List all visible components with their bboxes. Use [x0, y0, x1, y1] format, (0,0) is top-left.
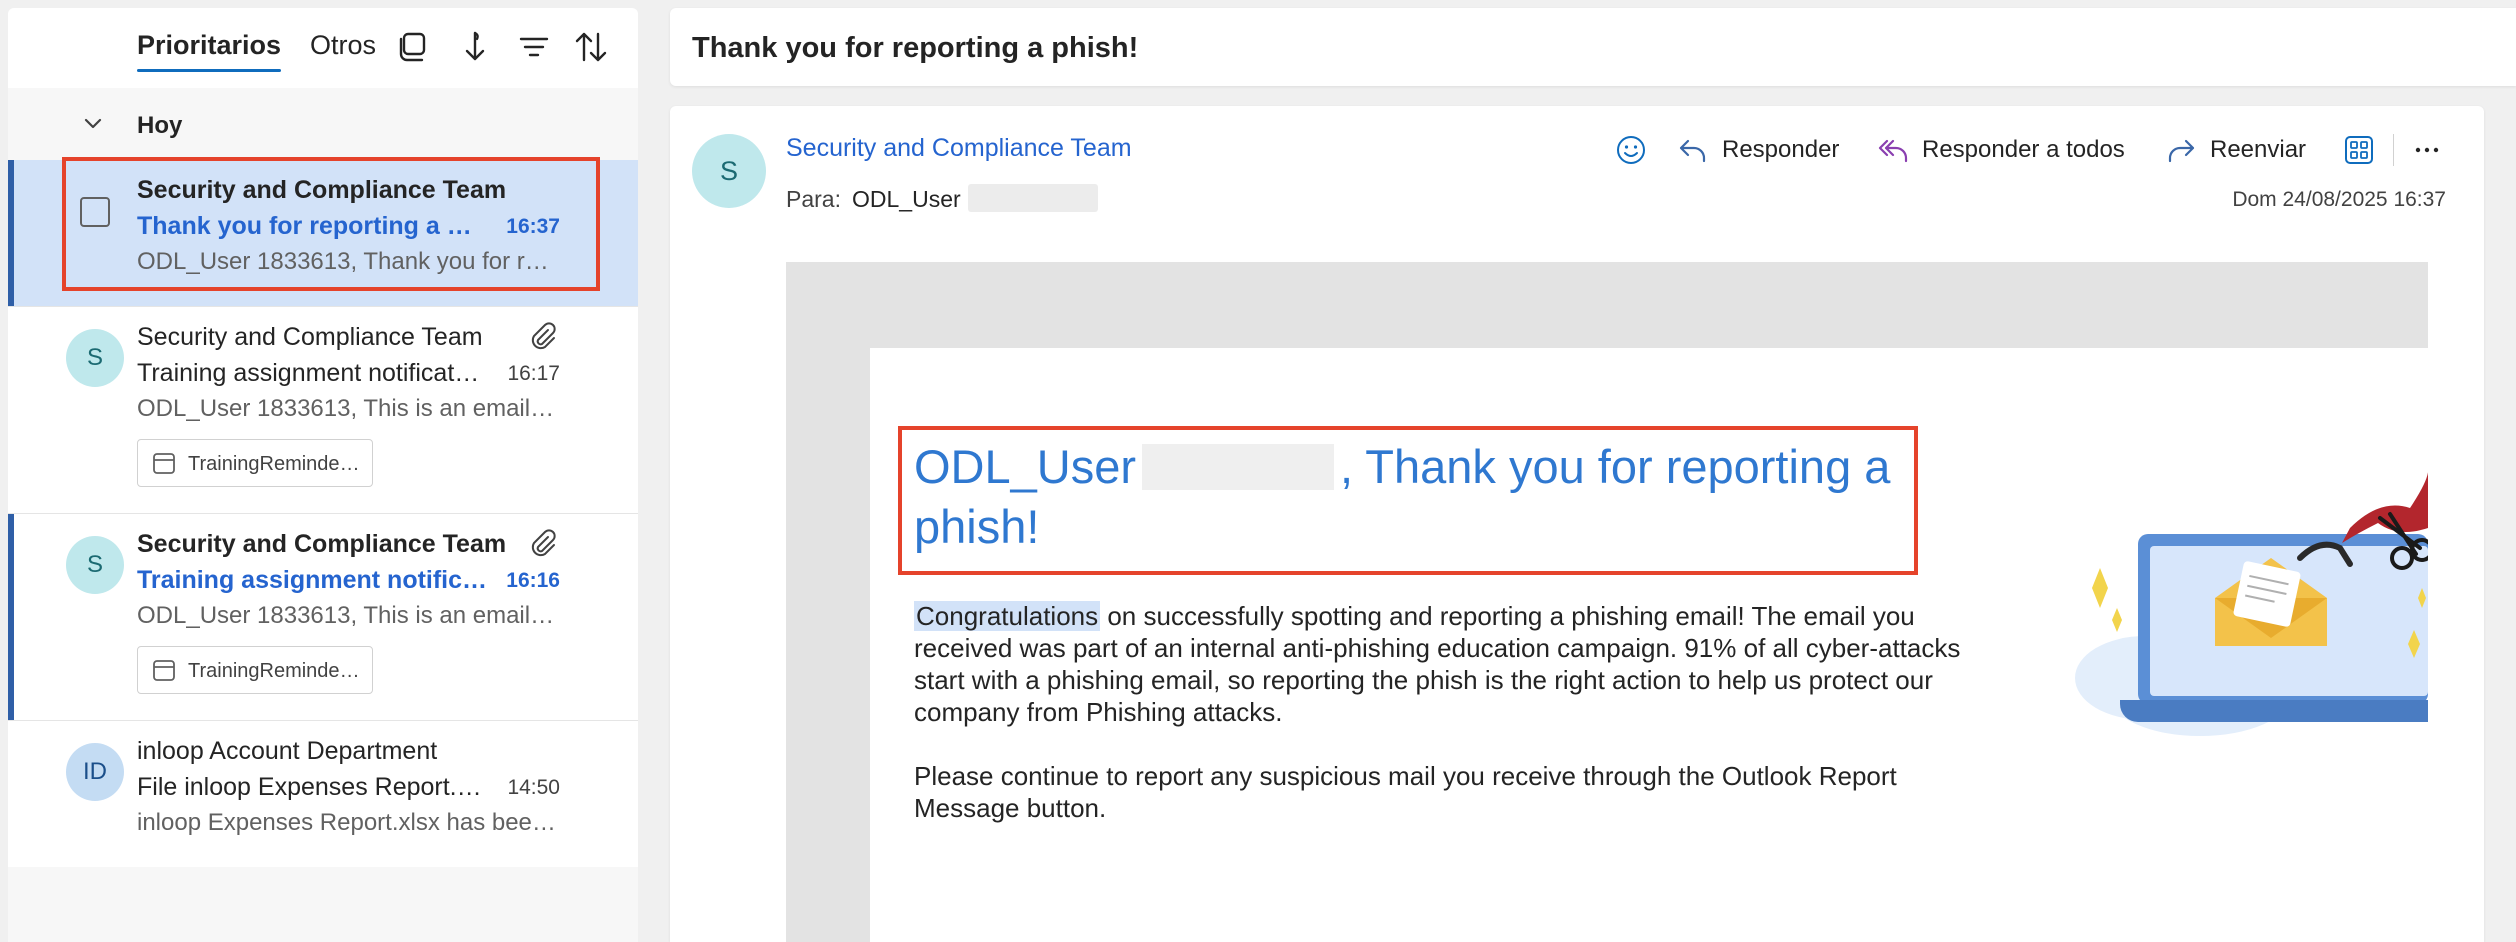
to-recipient[interactable]: ODL_User: [852, 186, 961, 213]
avatar: ID: [66, 743, 124, 801]
forward-label: Reenviar: [2210, 136, 2307, 163]
tab-other[interactable]: Otros: [310, 30, 376, 61]
sender-name[interactable]: Security and Compliance Team: [786, 134, 1132, 163]
select-checkbox[interactable]: [80, 197, 110, 227]
message-time: 16:37: [506, 215, 560, 238]
heading-recipient: ODL_User: [914, 440, 1137, 493]
react-button[interactable]: [1614, 128, 1648, 172]
group-label: Hoy: [137, 112, 183, 139]
reply-icon: [1679, 139, 1706, 163]
reading-subject: Thank you for reporting a phish!: [692, 32, 1139, 64]
message-sender: Security and Compliance Team: [137, 176, 507, 204]
message-subject: Training assignment notification: [137, 566, 489, 594]
avatar: S: [66, 536, 124, 594]
highlighted-word: Congratulations: [914, 601, 1101, 631]
forward-icon: [2168, 139, 2195, 163]
attachment-name: TrainingReminder.ics: [188, 453, 363, 475]
inbox-tabs-bar: Prioritarios Otros: [8, 8, 638, 86]
chevron-down-icon[interactable]: [82, 112, 104, 134]
unread-indicator-bar: [8, 160, 14, 306]
calendar-icon: [153, 453, 175, 474]
message-preview: ODL_User 1833613, This is an email notif…: [137, 602, 557, 629]
jump-to-icon[interactable]: [456, 28, 494, 66]
phish-report-illustration: [2075, 468, 2428, 736]
email-paragraph-2: Please continue to report any suspicious…: [914, 761, 1897, 823]
reply-all-icon: [1878, 139, 1908, 163]
message-subject: Training assignment notification: [137, 359, 483, 387]
emoji-icon: [1617, 136, 1645, 164]
message-time: 14:50: [507, 776, 560, 799]
more-horizontal-icon: [2415, 147, 2439, 153]
received-date: Dom 24/08/2025 16:37: [2232, 188, 2446, 211]
redacted-user-id: [1142, 443, 1335, 490]
reading-subject-bar: Thank you for reporting a phish!: [670, 8, 2516, 86]
email-paragraph-1: Congratulations on successfully spotting…: [914, 600, 1974, 728]
apps-grid-icon: [2345, 136, 2373, 164]
paperclip-icon: [531, 529, 556, 557]
reply-button[interactable]: Responder: [1676, 128, 1839, 172]
email-heading: ODL_User, Thank you for reporting a phis…: [914, 438, 1914, 555]
filter-icon[interactable]: [515, 28, 553, 66]
more-actions-button[interactable]: [2410, 128, 2444, 172]
message-sender: inloop Account Department: [137, 737, 438, 765]
message-list: Hoy Security and Compliance Team Thank y…: [8, 88, 638, 942]
redacted-recipient-id: [968, 184, 1098, 212]
message-preview: ODL_User 1833613, This is an email notif…: [137, 395, 557, 422]
email-body: ODL_User, Thank you for reporting a phis…: [786, 262, 2428, 942]
attachment-chip[interactable]: TrainingReminder.ics: [137, 439, 373, 487]
apps-button[interactable]: [2342, 128, 2376, 172]
paperclip-icon: [531, 322, 556, 350]
message-sender: Security and Compliance Team: [137, 323, 483, 351]
reading-pane: S Security and Compliance Team Para: ODL…: [670, 106, 2484, 942]
to-label: Para:: [786, 186, 841, 212]
attachment-chip[interactable]: TrainingReminder.ics: [137, 646, 373, 694]
message-time: 16:16: [506, 569, 560, 592]
avatar: S: [66, 329, 124, 387]
forward-button[interactable]: Reenviar: [2164, 128, 2306, 172]
message-subject: File inloop Expenses Report.xlsx: [137, 773, 485, 801]
message-sender: Security and Compliance Team: [137, 530, 507, 558]
select-all-icon[interactable]: [395, 28, 433, 66]
group-header-today[interactable]: Hoy: [8, 88, 638, 158]
message-time: 16:17: [507, 362, 560, 385]
reply-all-label: Responder a todos: [1922, 136, 2125, 163]
unread-indicator-bar: [8, 514, 14, 720]
reply-label: Responder: [1722, 136, 1840, 163]
list-item[interactable]: S Security and Compliance Team Training …: [8, 307, 638, 513]
message-list-pane: Prioritarios Otros Hoy Security and Comp…: [8, 8, 638, 942]
list-item[interactable]: S Security and Compliance Team Training …: [8, 514, 638, 720]
attachment-name: TrainingReminder.ics: [188, 660, 363, 682]
list-item[interactable]: Security and Compliance Team Thank you f…: [8, 160, 638, 306]
message-preview: inloop Expenses Report.xlsx has been sha…: [137, 809, 557, 836]
sort-icon[interactable]: [572, 28, 610, 66]
sender-avatar[interactable]: S: [692, 134, 766, 208]
reply-all-button[interactable]: Responder a todos: [1876, 128, 2125, 172]
email-content-card: ODL_User, Thank you for reporting a phis…: [870, 348, 2428, 942]
list-item[interactable]: ID inloop Account Department File inloop…: [8, 721, 638, 867]
calendar-icon: [153, 660, 175, 681]
tab-focused[interactable]: Prioritarios: [137, 30, 282, 72]
message-subject: Thank you for reporting a phish!: [137, 212, 487, 240]
message-preview: ODL_User 1833613, Thank you for reportin…: [137, 248, 557, 275]
